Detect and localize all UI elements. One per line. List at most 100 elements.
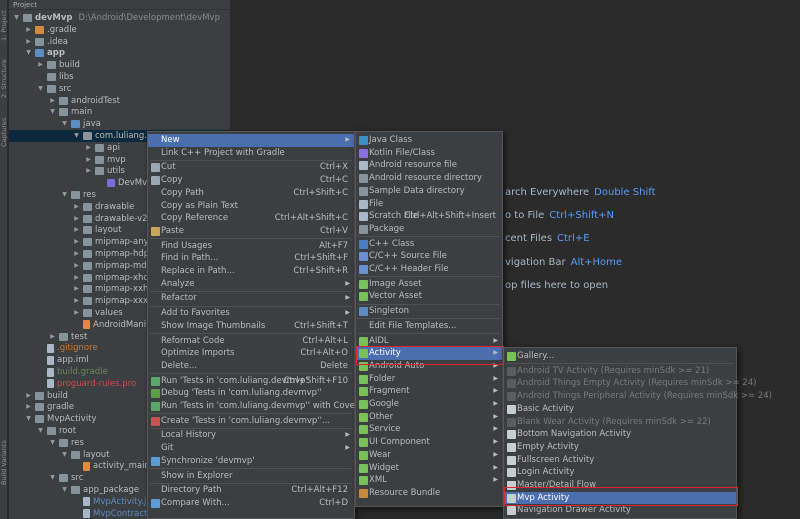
panel-title[interactable]: Project: [13, 0, 37, 10]
chevron-down-icon[interactable]: ▼: [61, 118, 68, 130]
chevron-down-icon[interactable]: ▼: [61, 484, 68, 496]
menu-item-optimize-imports[interactable]: Optimize Imports Ctrl+Alt+O: [148, 347, 354, 360]
tree-item[interactable]: ▶ build: [25, 390, 68, 402]
menu-item-image-asset[interactable]: Image Asset: [356, 278, 502, 291]
menu-item-run-tests-in-com-luliang-devmvp[interactable]: Run 'Tests in 'com.luliang.devmvp'' Ctrl+…: [148, 375, 354, 388]
menu-item-reformat-code[interactable]: Reformat Code Ctrl+Alt+L: [148, 335, 354, 348]
chevron-right-icon[interactable]: ▶: [73, 236, 80, 248]
tree-item[interactable]: app.iml: [37, 354, 89, 366]
menu-item-login-activity[interactable]: Login Activity: [504, 466, 736, 479]
menu-item-copy-path[interactable]: Copy Path Ctrl+Shift+C: [148, 187, 354, 200]
menu-item-gallery[interactable]: Gallery...: [504, 350, 736, 363]
tool-tab-build-variants[interactable]: Build Variants: [0, 435, 8, 490]
tree-item[interactable]: ▶ mipmap-hdpi: [73, 248, 151, 260]
menu-item-cut[interactable]: Cut Ctrl+X: [148, 161, 354, 174]
menu-item-analyze[interactable]: Analyze ▶: [148, 278, 354, 291]
chevron-right-icon[interactable]: ▶: [73, 272, 80, 284]
chevron-right-icon[interactable]: ▶: [73, 307, 80, 319]
menu-item-add-to-favorites[interactable]: Add to Favorites ▶: [148, 307, 354, 320]
tree-item[interactable]: ▶ androidTest: [49, 95, 120, 107]
menu-item-c-c-header-file[interactable]: C/C++ Header File: [356, 263, 502, 276]
menu-item-file[interactable]: File: [356, 198, 502, 211]
tree-item[interactable]: ▶ .idea: [25, 36, 68, 48]
menu-item-resource-bundle[interactable]: Resource Bundle: [356, 487, 502, 500]
chevron-down-icon[interactable]: ▼: [73, 130, 80, 142]
menu-item-navigation-drawer-activity[interactable]: Navigation Drawer Activity: [504, 504, 736, 517]
chevron-right-icon[interactable]: ▶: [37, 59, 44, 71]
tree-item[interactable]: ▼ root: [37, 425, 76, 437]
menu-item-singleton[interactable]: Singleton: [356, 305, 502, 318]
tree-item[interactable]: proguard-rules.pro: [37, 378, 136, 390]
tree-item[interactable]: MvpActivity.jav: [73, 496, 157, 508]
chevron-down-icon[interactable]: ▼: [49, 437, 56, 449]
menu-item-widget[interactable]: Widget ▶: [356, 462, 502, 475]
tree-item[interactable]: ▶ drawable-v24: [73, 213, 153, 225]
menu-item-create-tests-in-com-luliang-devmvp[interactable]: Create 'Tests in 'com.luliang.devmvp''..…: [148, 415, 354, 428]
menu-item-ui-component[interactable]: UI Component ▶: [356, 436, 502, 449]
chevron-down-icon[interactable]: ▼: [13, 12, 20, 24]
tree-item[interactable]: ▼ src: [37, 83, 71, 95]
chevron-right-icon[interactable]: ▶: [73, 248, 80, 260]
menu-item-kotlin-file-class[interactable]: Kotlin File/Class: [356, 147, 502, 160]
menu-item-service[interactable]: Service ▶: [356, 423, 502, 436]
tree-item[interactable]: ▶ build: [37, 59, 80, 71]
tree-item[interactable]: ▶ mipmap-xxxhd: [73, 295, 159, 307]
chevron-right-icon[interactable]: ▶: [73, 260, 80, 272]
chevron-down-icon[interactable]: ▼: [61, 449, 68, 461]
menu-item-copy-as-plain-text[interactable]: Copy as Plain Text: [148, 200, 354, 213]
tree-item[interactable]: ▼ res: [61, 189, 96, 201]
menu-item-replace-in-path[interactable]: Replace in Path... Ctrl+Shift+R: [148, 265, 354, 278]
menu-item-bottom-navigation-activity[interactable]: Bottom Navigation Activity: [504, 428, 736, 441]
menu-item-delete[interactable]: Delete... Delete: [148, 360, 354, 373]
menu-item-fragment[interactable]: Fragment ▶: [356, 385, 502, 398]
tree-item[interactable]: ▼ MvpActivity: [25, 413, 96, 425]
chevron-right-icon[interactable]: ▶: [85, 142, 92, 154]
tree-item[interactable]: ▶ layout: [73, 224, 121, 236]
menu-item-master-detail-flow[interactable]: Master/Detail Flow: [504, 479, 736, 492]
menu-item-c-class[interactable]: C++ Class: [356, 238, 502, 251]
menu-item-synchronize-devmvp[interactable]: Synchronize 'devmvp': [148, 455, 354, 468]
menu-item-empty-activity[interactable]: Empty Activity: [504, 441, 736, 454]
tree-item[interactable]: ▶ gradle: [25, 401, 74, 413]
chevron-right-icon[interactable]: ▶: [73, 283, 80, 295]
tree-item[interactable]: ▶ values: [73, 307, 122, 319]
chevron-right-icon[interactable]: ▶: [25, 401, 32, 413]
tree-item[interactable]: ▼ devMvp D:\Android\Development\devMvp: [13, 12, 220, 24]
chevron-right-icon[interactable]: ▶: [73, 295, 80, 307]
menu-item-run-tests-in-com-luliang-devmvp-with-coverage[interactable]: Run 'Tests in 'com.luliang.devmvp'' with…: [148, 400, 374, 413]
tree-item[interactable]: MvpContract.ja: [73, 508, 158, 519]
menu-item-wear[interactable]: Wear ▶: [356, 449, 502, 462]
chevron-down-icon[interactable]: ▼: [37, 425, 44, 437]
tool-tab-structure[interactable]: 2: Structure: [0, 54, 8, 104]
tree-item[interactable]: ▶ mipmap-mdpi: [73, 260, 154, 272]
menu-item-show-image-thumbnails[interactable]: Show Image Thumbnails Ctrl+Shift+T: [148, 320, 354, 333]
menu-item-android-resource-file[interactable]: Android resource file: [356, 159, 502, 172]
menu-item-link-c-project-with-gradle[interactable]: Link C++ Project with Gradle: [148, 147, 354, 160]
menu-item-sample-data-directory[interactable]: Sample Data directory: [356, 185, 502, 198]
menu-item-folder[interactable]: Folder ▶: [356, 373, 502, 386]
tree-item[interactable]: ▼ src: [49, 472, 83, 484]
tree-item[interactable]: ▶ .gradle: [25, 24, 77, 36]
tree-item[interactable]: ▶ mvp: [85, 154, 126, 166]
tree-item[interactable]: .gitignore: [37, 342, 98, 354]
chevron-right-icon[interactable]: ▶: [25, 390, 32, 402]
menu-item-android-auto[interactable]: Android Auto ▶: [356, 360, 502, 373]
tree-item[interactable]: ▶ test: [49, 331, 87, 343]
chevron-right-icon[interactable]: ▶: [25, 36, 32, 48]
menu-item-vector-asset[interactable]: Vector Asset: [356, 290, 502, 303]
chevron-down-icon[interactable]: ▼: [25, 47, 32, 59]
menu-item-find-usages[interactable]: Find Usages Alt+F7: [148, 240, 354, 253]
menu-item-refactor[interactable]: Refactor ▶: [148, 292, 354, 305]
chevron-right-icon[interactable]: ▶: [49, 331, 56, 343]
menu-item-basic-activity[interactable]: Basic Activity: [504, 403, 736, 416]
tree-item[interactable]: DevMvp: [97, 177, 153, 189]
menu-item-git[interactable]: Git ▶: [148, 442, 354, 455]
chevron-down-icon[interactable]: ▼: [37, 83, 44, 95]
menu-item-find-in-path[interactable]: Find in Path... Ctrl+Shift+F: [148, 252, 354, 265]
menu-item-other[interactable]: Other ▶: [356, 411, 502, 424]
menu-item-debug-tests-in-com-luliang-devmvp[interactable]: Debug 'Tests in 'com.luliang.devmvp'': [148, 387, 354, 400]
menu-item-xml[interactable]: XML ▶: [356, 474, 502, 487]
menu-item-package[interactable]: Package: [356, 223, 502, 236]
menu-item-activity[interactable]: Activity ▶: [356, 347, 502, 360]
chevron-down-icon[interactable]: ▼: [49, 472, 56, 484]
